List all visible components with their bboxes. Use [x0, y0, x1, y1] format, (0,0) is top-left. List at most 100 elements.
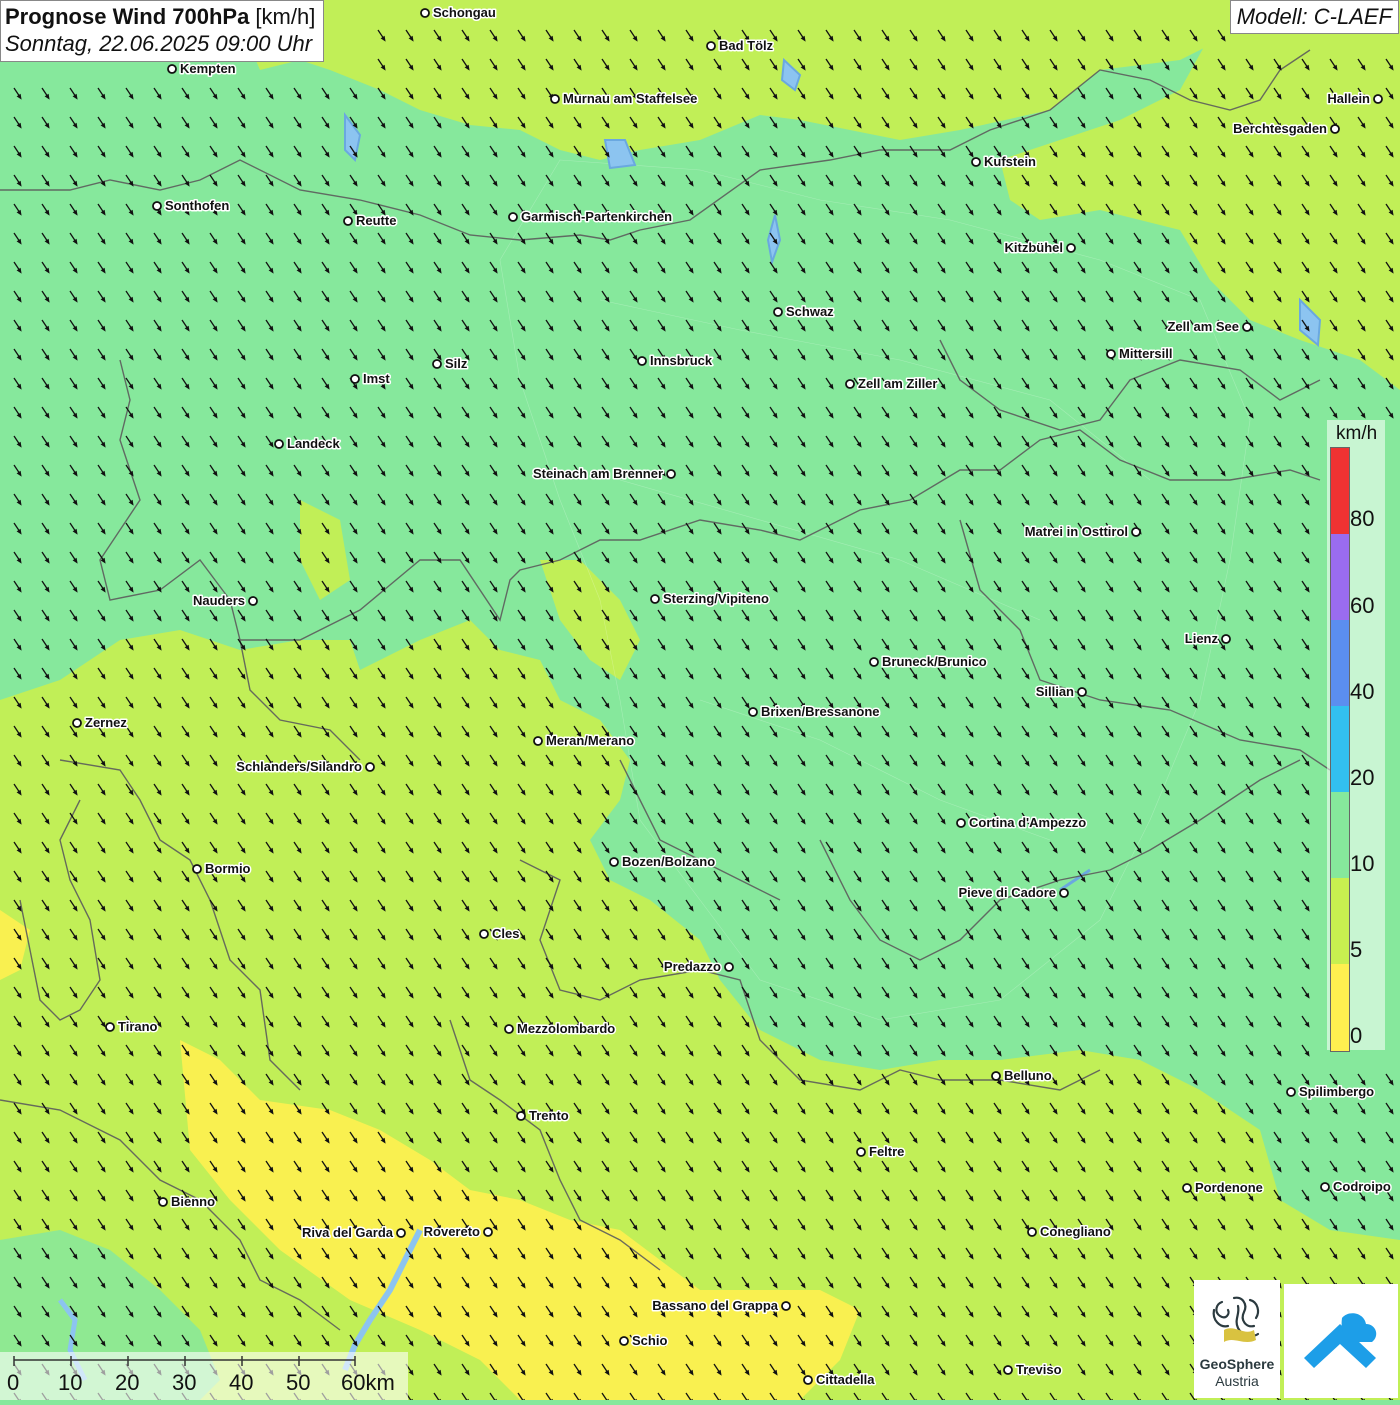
model-label: Modell: C-LAEF — [1229, 0, 1399, 34]
city-marker-innsbruck[interactable] — [637, 356, 647, 366]
map-title-main: Prognose Wind 700hPa — [5, 4, 250, 29]
city-label-sillian: Sillian — [1036, 684, 1074, 699]
city-marker-sonthofen[interactable] — [152, 201, 162, 211]
city-marker-bad-t-lz[interactable] — [706, 41, 716, 51]
city-marker-imst[interactable] — [350, 374, 360, 384]
city-label-bassano-del-grappa: Bassano del Grappa — [652, 1298, 778, 1313]
city-marker-bassano-del-grappa[interactable] — [781, 1301, 791, 1311]
city-label-kufstein: Kufstein — [984, 154, 1036, 169]
city-marker-nauders[interactable] — [248, 596, 258, 606]
city-label-bozen-bolzano: Bozen/Bolzano — [622, 854, 715, 869]
city-label-riva-del-garda: Riva del Garda — [302, 1225, 394, 1240]
city-label-berchtesgaden: Berchtesgaden — [1233, 121, 1327, 136]
city-marker-bruneck-brunico[interactable] — [869, 657, 879, 667]
city-marker-matrei-in-osttirol[interactable] — [1131, 527, 1141, 537]
city-label-cittadella: Cittadella — [816, 1372, 875, 1387]
city-label-sonthofen: Sonthofen — [165, 198, 229, 213]
legend-label-0: 0 — [1350, 1023, 1363, 1048]
geosphere-logo-name: GeoSphere — [1199, 1356, 1275, 1372]
city-marker-codroipo[interactable] — [1320, 1182, 1330, 1192]
city-marker-garmisch-partenkirchen[interactable] — [508, 212, 518, 222]
city-label-kitzb-hel: Kitzbühel — [1005, 240, 1064, 255]
legend-unit: km/h — [1336, 423, 1378, 444]
warn-app-logo[interactable] — [1284, 1284, 1398, 1398]
city-marker-brixen-bressanone[interactable] — [748, 707, 758, 717]
legend-color-bar — [1330, 447, 1350, 1052]
scale-label-20: 20 — [115, 1370, 140, 1395]
city-label-nauders: Nauders — [193, 593, 245, 608]
city-marker-mezzolombardo[interactable] — [504, 1024, 514, 1034]
scale-label-30: 30 — [172, 1370, 197, 1395]
city-label-brixen-bressanone: Brixen/Bressanone — [761, 704, 880, 719]
city-label-zell-am-see: Zell am See — [1167, 319, 1239, 334]
scale-label-60km: 60km — [341, 1370, 395, 1395]
city-marker-trento[interactable] — [516, 1111, 526, 1121]
city-label-predazzo: Predazzo — [664, 959, 721, 974]
city-marker-mittersill[interactable] — [1106, 349, 1116, 359]
city-label-silz: Silz — [445, 356, 468, 371]
city-marker-kufstein[interactable] — [971, 157, 981, 167]
city-marker-landeck[interactable] — [274, 439, 284, 449]
city-marker-meran-merano[interactable] — [533, 736, 543, 746]
city-marker-bormio[interactable] — [192, 864, 202, 874]
city-marker-silz[interactable] — [432, 359, 442, 369]
city-marker-tirano[interactable] — [105, 1022, 115, 1032]
city-label-zernez: Zernez — [85, 715, 127, 730]
city-marker-zell-am-ziller[interactable] — [845, 379, 855, 389]
city-marker-pieve-di-cadore[interactable] — [1059, 888, 1069, 898]
city-label-trento: Trento — [529, 1108, 569, 1123]
legend-segment-20 — [1331, 706, 1349, 792]
city-marker-kempten[interactable] — [167, 64, 177, 74]
city-marker-belluno[interactable] — [991, 1071, 1001, 1081]
city-label-murnau-am-staffelsee: Murnau am Staffelsee — [563, 91, 697, 106]
city-label-schwaz: Schwaz — [786, 304, 834, 319]
city-marker-feltre[interactable] — [856, 1147, 866, 1157]
city-marker-sterzing-vipiteno[interactable] — [650, 594, 660, 604]
city-label-tirano: Tirano — [118, 1019, 158, 1034]
city-marker-kitzb-hel[interactable] — [1066, 243, 1076, 253]
city-marker-predazzo[interactable] — [724, 962, 734, 972]
city-label-sterzing-vipiteno: Sterzing/Vipiteno — [663, 591, 769, 606]
city-marker-reutte[interactable] — [343, 216, 353, 226]
city-marker-hallein[interactable] — [1373, 94, 1383, 104]
city-marker-schio[interactable] — [619, 1336, 629, 1346]
city-marker-spilimbergo[interactable] — [1286, 1087, 1296, 1097]
legend-segment-40 — [1331, 620, 1349, 706]
city-label-reutte: Reutte — [356, 213, 396, 228]
city-marker-bienno[interactable] — [158, 1197, 168, 1207]
city-marker-sillian[interactable] — [1077, 687, 1087, 697]
city-marker-pordenone[interactable] — [1182, 1183, 1192, 1193]
city-marker-murnau-am-staffelsee[interactable] — [550, 94, 560, 104]
city-marker-berchtesgaden[interactable] — [1330, 124, 1340, 134]
city-label-mittersill: Mittersill — [1119, 346, 1172, 361]
city-marker-zernez[interactable] — [72, 718, 82, 728]
city-marker-zell-am-see[interactable] — [1242, 322, 1252, 332]
city-marker-bozen-bolzano[interactable] — [609, 857, 619, 867]
city-label-cles: Cles — [492, 926, 519, 941]
city-label-rovereto: Rovereto — [424, 1224, 480, 1239]
city-marker-rovereto[interactable] — [483, 1227, 493, 1237]
city-label-matrei-in-osttirol: Matrei in Osttirol — [1025, 524, 1128, 539]
city-label-spilimbergo: Spilimbergo — [1299, 1084, 1374, 1099]
legend-label-60: 60 — [1350, 593, 1375, 618]
legend-segment-80 — [1331, 448, 1349, 534]
city-label-zell-am-ziller: Zell am Ziller — [858, 376, 937, 391]
city-label-landeck: Landeck — [287, 436, 341, 451]
city-marker-schlanders-silandro[interactable] — [365, 762, 375, 772]
city-marker-riva-del-garda[interactable] — [396, 1228, 406, 1238]
map-title: Prognose Wind 700hPa [km/h] — [5, 4, 315, 30]
city-label-schio: Schio — [632, 1333, 667, 1348]
map-title-unit: [km/h] — [249, 4, 316, 29]
city-marker-cles[interactable] — [479, 929, 489, 939]
wind-map[interactable]: SchongauBad TölzKemptenMurnau am Staffel… — [0, 0, 1400, 1400]
city-marker-lienz[interactable] — [1221, 634, 1231, 644]
city-marker-cittadella[interactable] — [803, 1375, 813, 1385]
scale-label-10: 10 — [58, 1370, 83, 1395]
city-marker-cortina-d-ampezzo[interactable] — [956, 818, 966, 828]
city-marker-schongau[interactable] — [420, 8, 430, 18]
city-marker-steinach-am-brenner[interactable] — [666, 469, 676, 479]
city-marker-conegliano[interactable] — [1027, 1227, 1037, 1237]
city-marker-treviso[interactable] — [1003, 1365, 1013, 1375]
city-marker-schwaz[interactable] — [773, 307, 783, 317]
warn-app-logo-icon — [1304, 1313, 1377, 1368]
